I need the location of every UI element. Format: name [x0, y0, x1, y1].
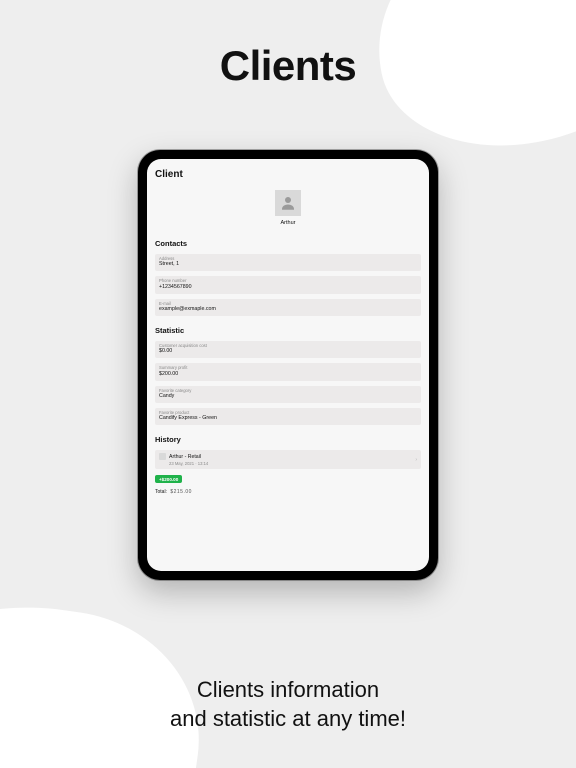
- row-value: $200.00: [159, 371, 417, 378]
- chevron-right-icon: ›: [415, 457, 417, 463]
- stat-row-profit: Summary profit $200.00: [155, 363, 421, 380]
- avatar-placeholder-icon: [275, 190, 301, 216]
- contact-row-phone[interactable]: Phone number +1234567890: [155, 276, 421, 293]
- contacts-title: Contacts: [155, 239, 421, 248]
- history-item-icon: [159, 453, 166, 460]
- subtitle-line2: and statistic at any time!: [170, 706, 406, 731]
- statistic-title: Statistic: [155, 326, 421, 335]
- page-subtitle: Clients information and statistic at any…: [0, 675, 576, 734]
- client-avatar-block: Arthur: [155, 190, 421, 226]
- history-item-name: Arthur - Retail: [169, 454, 201, 460]
- total-value: $215.00: [170, 489, 192, 495]
- tablet-screen: Client Arthur Contacts Address Street, 1…: [147, 159, 429, 571]
- history-title: History: [155, 435, 421, 444]
- client-name: Arthur: [281, 220, 296, 226]
- row-value: $0.00: [159, 348, 417, 355]
- contact-row-email[interactable]: E-mail example@exmaple.com: [155, 299, 421, 316]
- contact-row-address[interactable]: Address Street, 1: [155, 254, 421, 271]
- row-value: +1234567890: [159, 284, 417, 291]
- screen-heading: Client: [155, 169, 421, 180]
- stat-row-fav-product: Favorite product Candify Express - Green: [155, 408, 421, 425]
- row-value: Street, 1: [159, 261, 417, 268]
- history-item[interactable]: Arthur - Retail 23 May, 2021 · 13:14 ›: [155, 450, 421, 469]
- row-value: Candify Express - Green: [159, 415, 417, 422]
- page-title: Clients: [0, 42, 576, 90]
- history-total: Total: $215.00: [155, 489, 421, 495]
- stat-row-fav-category: Favorite category Candy: [155, 386, 421, 403]
- stat-row-acq-cost: Customer acquisition cost $0.00: [155, 341, 421, 358]
- subtitle-line1: Clients information: [197, 677, 379, 702]
- profit-badge: +$200.00: [155, 475, 182, 483]
- tablet-frame: Client Arthur Contacts Address Street, 1…: [138, 150, 438, 580]
- history-item-date: 23 May, 2021 · 13:14: [169, 461, 417, 466]
- total-label: Total:: [155, 489, 167, 495]
- row-value: example@exmaple.com: [159, 306, 417, 313]
- row-value: Candy: [159, 393, 417, 400]
